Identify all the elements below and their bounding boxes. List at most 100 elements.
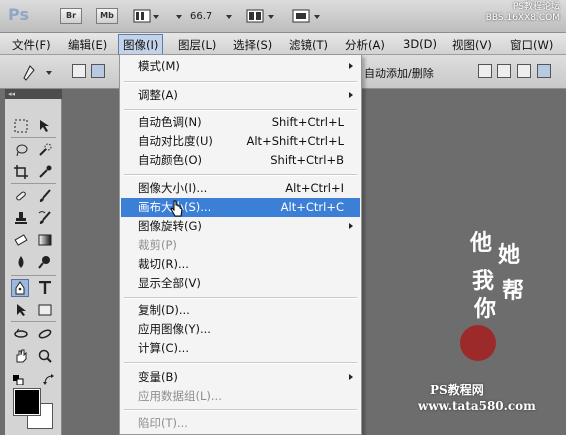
shape-layers-icon[interactable] (72, 64, 86, 78)
calligraphy-char-2: 她 (498, 242, 521, 268)
tool-preset-picker[interactable] (18, 62, 58, 82)
menu-bar: 文件(F) 编辑(E) 图像(I) 图层(L) 选择(S) 滤镜(T) 分析(A… (0, 33, 566, 56)
quick-selection-tool-icon[interactable] (36, 141, 54, 159)
site-name-watermark: PS教程网 (430, 383, 484, 397)
crop-tool-icon[interactable] (12, 163, 30, 181)
zoom-chevron-down-icon[interactable] (226, 15, 232, 19)
image-menu-dropdown: 模式(M) 调整(A) 自动色调(N) Shift+Ctrl+L 自动对比度(U)… (119, 54, 362, 435)
zoom-dropdown-arrow-icon[interactable] (176, 15, 182, 19)
history-brush-tool-icon[interactable] (36, 209, 54, 227)
mini-bridge-button[interactable]: Mb (96, 8, 118, 24)
path-intersect-icon[interactable] (517, 64, 531, 78)
menu-item-label: 陷印(T)... (138, 416, 188, 430)
menu-layer[interactable]: 图层(L) (178, 37, 216, 53)
menu-image[interactable]: 图像(I) (118, 34, 164, 56)
menu-item-label: 变量(B) (138, 370, 178, 384)
menu-view[interactable]: 视图(V) (452, 37, 492, 53)
menu-item-mode[interactable]: 模式(M) (121, 57, 360, 76)
submenu-arrow-icon (349, 63, 353, 69)
default-colors-icon[interactable] (13, 375, 25, 388)
menu-filter[interactable]: 滤镜(T) (289, 37, 328, 53)
eraser-tool-icon[interactable] (12, 231, 30, 249)
menu-item-label: 裁切(R)... (138, 257, 189, 271)
path-selection-tool-icon[interactable] (12, 301, 30, 319)
toolbox-collapse[interactable]: ◂◂ (5, 89, 62, 99)
3d-orbit-tool-icon[interactable] (36, 325, 54, 343)
menu-item-trap: 陷印(T)... (121, 414, 360, 433)
auto-add-delete-label[interactable]: 自动添加/删除 (364, 65, 434, 81)
menu-item-auto-tone[interactable]: 自动色调(N) Shift+Ctrl+L (121, 113, 360, 132)
application-bar: Ps Br Mb 66.7 PS教程论坛 BBS.16XX8.COM (0, 0, 566, 33)
menu-3d[interactable]: 3D(D) (403, 37, 437, 51)
site-url-watermark: www.tata580.com (418, 399, 536, 413)
path-add-icon[interactable] (478, 64, 492, 78)
photoshop-logo: Ps (8, 5, 29, 24)
foreground-color-swatch[interactable] (13, 388, 41, 416)
menu-item-shortcut: Alt+Ctrl+C (280, 200, 344, 214)
dodge-tool-icon[interactable] (36, 253, 54, 271)
menu-item-image-size[interactable]: 图像大小(I)... Alt+Ctrl+I (121, 179, 360, 198)
pen-tool-icon[interactable] (11, 279, 29, 297)
menu-item-label: 模式(M) (138, 59, 180, 73)
zoom-tool-icon[interactable] (36, 347, 54, 365)
mouse-pointer-icon (170, 200, 184, 223)
menu-separator (124, 81, 357, 83)
brush-tool-icon[interactable] (36, 187, 54, 205)
menu-item-adjustments[interactable]: 调整(A) (121, 86, 360, 105)
toolbox-panel: ◂◂ (5, 89, 62, 435)
healing-brush-tool-icon[interactable] (12, 187, 30, 205)
menu-separator (124, 174, 357, 176)
hand-tool-icon[interactable] (12, 347, 30, 365)
view-extras-icon (133, 9, 159, 23)
menu-item-apply-image[interactable]: 应用图像(Y)... (121, 320, 360, 339)
menu-item-shortcut: Alt+Shift+Ctrl+L (246, 134, 345, 148)
path-subtract-icon[interactable] (497, 64, 511, 78)
menu-item-auto-contrast[interactable]: 自动对比度(U) Alt+Shift+Ctrl+L (121, 132, 360, 151)
menu-item-duplicate[interactable]: 复制(D)... (121, 301, 360, 320)
zoom-level[interactable]: 66.7 (190, 11, 212, 22)
menu-item-label: 裁剪(P) (138, 238, 177, 252)
arrange-documents-icon (246, 9, 274, 23)
path-exclude-icon[interactable] (537, 64, 551, 78)
swap-colors-icon[interactable] (43, 374, 55, 389)
bridge-button[interactable]: Br (60, 8, 82, 24)
menu-item-reveal-all[interactable]: 显示全部(V) (121, 274, 360, 293)
menu-item-crop: 裁剪(P) (121, 236, 360, 255)
menu-item-auto-color[interactable]: 自动颜色(O) Shift+Ctrl+B (121, 151, 360, 170)
pen-preset-icon (23, 65, 52, 81)
menu-item-label: 自动对比度(U) (138, 134, 213, 148)
rectangle-tool-icon[interactable] (36, 301, 54, 319)
watermark-line-2: BBS.16XX8.COM (485, 13, 560, 23)
menu-item-trim[interactable]: 裁切(R)... (121, 255, 360, 274)
screen-mode-icon (292, 9, 320, 23)
menu-separator (124, 409, 357, 411)
menu-item-label: 调整(A) (138, 88, 178, 102)
blur-tool-icon[interactable] (12, 253, 30, 271)
paths-mode-icon[interactable] (91, 64, 105, 78)
menu-item-label: 复制(D)... (138, 303, 190, 317)
screen-mode-button[interactable] (292, 8, 322, 24)
red-seal-stamp (460, 325, 496, 361)
marquee-tool-icon[interactable] (12, 117, 30, 135)
menu-item-image-rotation[interactable]: 图像旋转(G) (121, 217, 360, 236)
gradient-tool-icon[interactable] (36, 231, 54, 249)
menu-item-calculations[interactable]: 计算(C)... (121, 339, 360, 358)
3d-rotate-tool-icon[interactable] (12, 325, 30, 343)
menu-analysis[interactable]: 分析(A) (345, 37, 385, 53)
watermark-line-1: PS教程论坛 (512, 2, 560, 12)
menu-item-canvas-size[interactable]: 画布大小(S)...Alt+Ctrl+C (121, 198, 360, 217)
type-tool-icon[interactable] (36, 279, 54, 297)
eyedropper-tool-icon[interactable] (36, 163, 54, 181)
menu-window[interactable]: 窗口(W) (510, 37, 553, 53)
menu-select[interactable]: 选择(S) (233, 37, 272, 53)
arrange-documents-button[interactable] (246, 8, 276, 24)
menu-item-variables[interactable]: 变量(B) (121, 368, 360, 387)
clone-stamp-tool-icon[interactable] (12, 209, 30, 227)
menu-file[interactable]: 文件(F) (12, 37, 51, 53)
move-tool-icon[interactable] (36, 117, 54, 135)
menu-separator (124, 297, 357, 299)
view-extras-button[interactable] (133, 8, 159, 24)
lasso-tool-icon[interactable] (12, 141, 30, 159)
menu-separator (124, 109, 357, 111)
menu-edit[interactable]: 编辑(E) (68, 37, 107, 53)
